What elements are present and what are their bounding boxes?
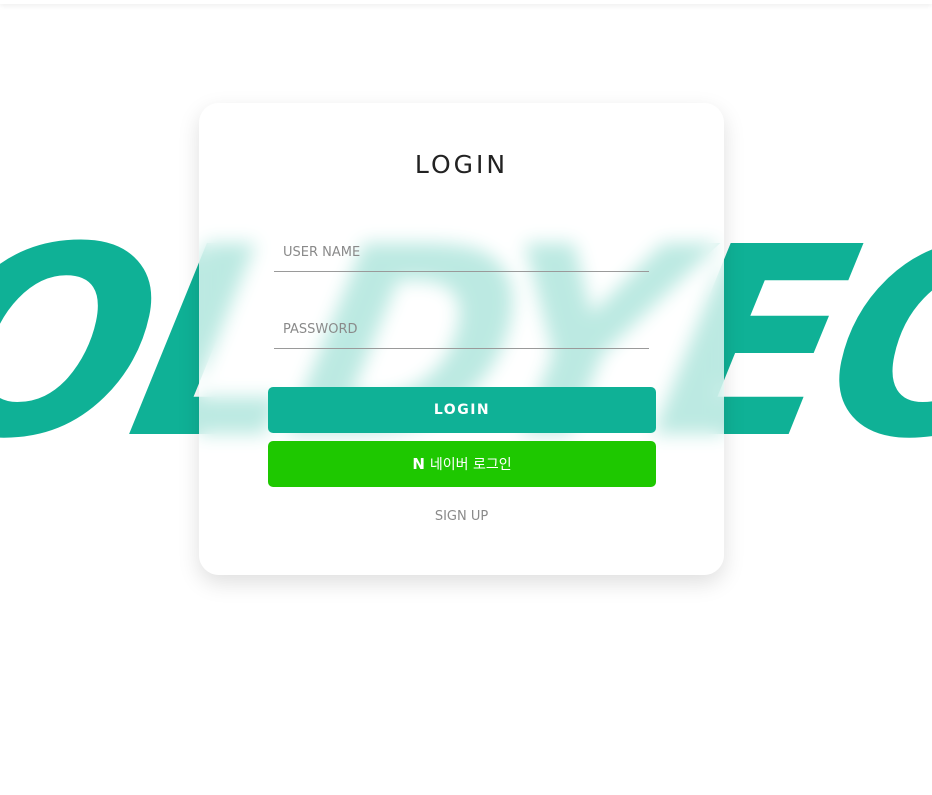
naver-n-icon: N bbox=[412, 455, 425, 473]
top-bar bbox=[0, 0, 932, 4]
naver-login-label: 네이버 로그인 bbox=[429, 457, 512, 473]
login-card: LOGIN LOGIN N 네이버 로그인 SIGN UP bbox=[199, 103, 724, 575]
login-title: LOGIN bbox=[414, 150, 509, 179]
login-button-label: LOGIN bbox=[433, 402, 491, 418]
naver-login-button[interactable]: N 네이버 로그인 bbox=[268, 441, 656, 487]
login-button[interactable]: LOGIN bbox=[268, 387, 656, 433]
signup-link[interactable]: SIGN UP bbox=[199, 509, 724, 524]
login-page: OLDYEON LOGIN LOGIN N 네이버 로그인 SIGN UP bbox=[0, 0, 932, 795]
username-input[interactable] bbox=[274, 234, 649, 272]
password-input[interactable] bbox=[274, 311, 649, 349]
